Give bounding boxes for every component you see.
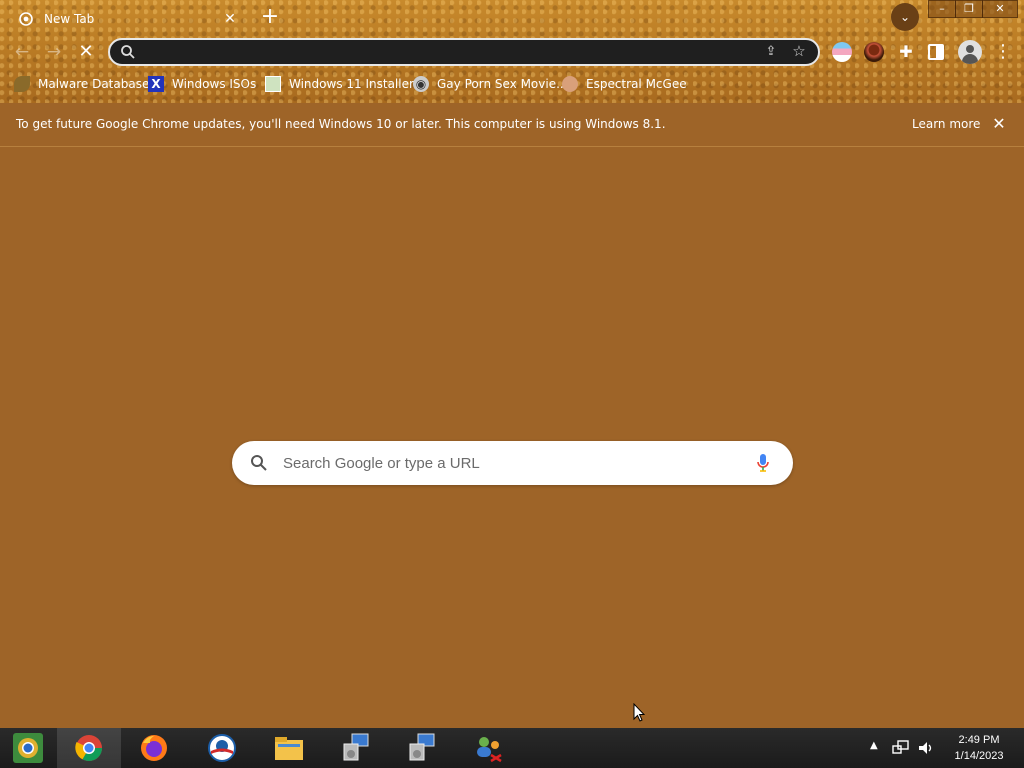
chrome-favicon-icon (18, 11, 34, 27)
address-bar[interactable]: ⇪ ☆ (108, 38, 820, 66)
search-icon (251, 455, 267, 471)
microphone-icon[interactable] (756, 453, 770, 473)
leaf-icon (14, 76, 30, 92)
window-restore-button[interactable]: ❐ (955, 0, 983, 18)
bookmark-item[interactable]: Windows 11 Installer (265, 74, 414, 94)
back-button[interactable]: ← (10, 40, 34, 64)
image-icon (265, 76, 281, 92)
chrome-canary-icon[interactable] (0, 728, 56, 768)
profile-head (966, 45, 974, 53)
tab-search-button[interactable]: ⌄ (891, 3, 919, 31)
tab-new-tab[interactable]: New Tab ✕ (8, 4, 248, 34)
clock-date: 1/14/2023 (954, 750, 1004, 762)
menu-kebab-icon[interactable]: ⋮ (994, 40, 1012, 64)
file-explorer-icon[interactable] (257, 728, 321, 768)
learn-more-link[interactable]: Learn more (912, 117, 980, 131)
bookmark-item[interactable]: ◉ Gay Porn Sex Movie... (413, 74, 568, 94)
google-search-box[interactable]: Search Google or type a URL (232, 441, 793, 485)
bookmarks-bar: Malware Database X Windows ISOs Windows … (0, 74, 1024, 94)
side-panel-icon[interactable] (928, 44, 944, 60)
network-icon[interactable] (892, 740, 910, 756)
system-clock[interactable]: 2:49 PM 1/14/2023 (944, 732, 1014, 764)
setup-icon[interactable] (390, 728, 454, 768)
tab-close-icon[interactable]: ✕ (222, 11, 238, 27)
profile-body (962, 54, 978, 64)
search-placeholder: Search Google or type a URL (283, 455, 480, 472)
chrome-icon[interactable] (57, 728, 121, 768)
obama-logo-icon[interactable] (190, 728, 254, 768)
disk-icon: ◉ (413, 76, 429, 92)
bookmark-item[interactable]: Espectral McGee (562, 74, 687, 94)
tab-title: New Tab (44, 12, 95, 26)
show-hidden-icons-icon[interactable]: ▲ (870, 740, 878, 751)
bookmark-star-icon[interactable]: ☆ (790, 42, 808, 60)
network-users-icon[interactable] (457, 728, 521, 768)
forward-button[interactable]: → (42, 40, 66, 64)
share-icon[interactable]: ⇪ (762, 43, 780, 61)
update-infobar: To get future Google Chrome updates, you… (0, 103, 1024, 147)
bookmark-label: Windows ISOs (172, 77, 257, 91)
volume-icon[interactable] (917, 740, 935, 756)
firefox-icon[interactable] (122, 728, 186, 768)
new-tab-button[interactable]: + (258, 6, 282, 30)
bookmark-label: Gay Porn Sex Movie... (437, 77, 568, 91)
clock-time: 2:49 PM (958, 734, 1000, 746)
mouse-cursor-icon (633, 703, 645, 722)
window-minimize-button[interactable]: – (928, 0, 956, 18)
bookmark-label: Malware Database (38, 77, 150, 91)
window-close-button[interactable]: ✕ (982, 0, 1018, 18)
address-input[interactable] (146, 43, 746, 61)
extension-flag-icon[interactable] (832, 42, 852, 62)
bookmark-item[interactable]: Malware Database (14, 74, 149, 94)
extension-avatar-icon[interactable] (864, 42, 884, 62)
extensions-puzzle-icon[interactable]: ✚ (896, 42, 916, 62)
search-icon (121, 45, 135, 59)
infobar-message: To get future Google Chrome updates, you… (16, 117, 666, 131)
x-icon: X (148, 76, 164, 92)
bookmark-label: Espectral McGee (586, 77, 687, 91)
bookmark-item[interactable]: X Windows ISOs (148, 74, 256, 94)
close-icon[interactable]: ✕ (990, 115, 1008, 133)
profile-avatar[interactable] (958, 40, 982, 64)
bookmark-label: Windows 11 Installer (289, 77, 414, 91)
face-icon (562, 76, 578, 92)
setup-icon[interactable] (324, 728, 388, 768)
stop-loading-button[interactable]: ✕ (74, 40, 98, 64)
